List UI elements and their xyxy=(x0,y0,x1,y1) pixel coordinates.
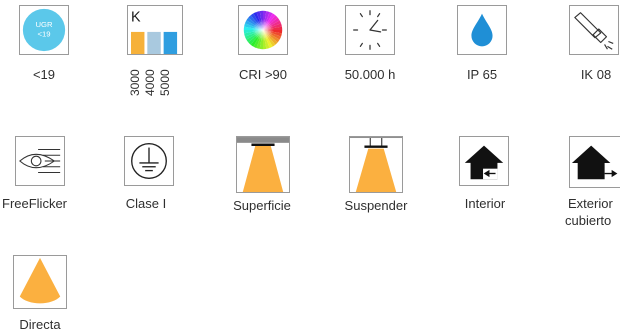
ik-tile xyxy=(569,5,619,55)
ground-symbol-icon xyxy=(131,143,167,179)
ugr-tile: UGR <19 xyxy=(19,5,69,55)
flicker-tile xyxy=(15,136,65,186)
exterior-label-line2: cubierto xyxy=(565,213,612,228)
ugr-label: <19 xyxy=(32,67,56,82)
ugr-badge-line1: UGR xyxy=(35,20,53,29)
kelvin-tile: K xyxy=(127,5,183,55)
ip-tile xyxy=(457,5,507,55)
kelvin-letter: K xyxy=(131,9,141,25)
clock-icon xyxy=(353,10,387,50)
suspend-label: Suspender xyxy=(344,198,408,213)
lifetime-label: 50.000 h xyxy=(344,67,396,82)
surface-tile xyxy=(236,136,290,193)
covered-outdoor-house-icon xyxy=(571,145,618,180)
water-drop-icon xyxy=(471,13,493,47)
direct-label: Directa xyxy=(19,317,61,332)
ip-label: IP 65 xyxy=(466,67,498,82)
temp-3000: 3000 xyxy=(128,69,142,96)
exterior-tile xyxy=(569,136,620,188)
color-temperature-icon: K xyxy=(131,9,178,54)
direct-light-icon xyxy=(19,257,61,304)
temp-5000: 5000 xyxy=(158,69,172,96)
cri-label: CRI >90 xyxy=(238,67,288,82)
class-tile xyxy=(124,136,174,186)
lifetime-tile xyxy=(345,5,395,55)
ugr-badge-line2: <19 xyxy=(37,30,50,39)
interior-label: Interior xyxy=(464,196,506,211)
exterior-label-line1: Exterior xyxy=(568,196,613,211)
temp-4000: 4000 xyxy=(143,69,157,96)
hammer-impact-icon xyxy=(574,12,614,50)
suspended-mount-icon xyxy=(350,137,402,192)
class-label: Clase I xyxy=(125,196,167,211)
suspend-tile xyxy=(349,136,403,193)
eye-icon xyxy=(19,148,61,174)
direct-tile xyxy=(13,255,67,309)
interior-tile xyxy=(459,136,509,186)
surface-mount-icon xyxy=(237,137,289,192)
surface-label: Superficie xyxy=(233,198,291,213)
flicker-label: FreeFlicker xyxy=(2,196,68,211)
cri-tile xyxy=(238,5,288,55)
ugr-badge-icon: UGR <19 xyxy=(22,8,66,52)
color-wheel-icon xyxy=(243,10,283,50)
ik-label: IK 08 xyxy=(580,67,612,82)
indoor-house-icon xyxy=(464,145,504,180)
